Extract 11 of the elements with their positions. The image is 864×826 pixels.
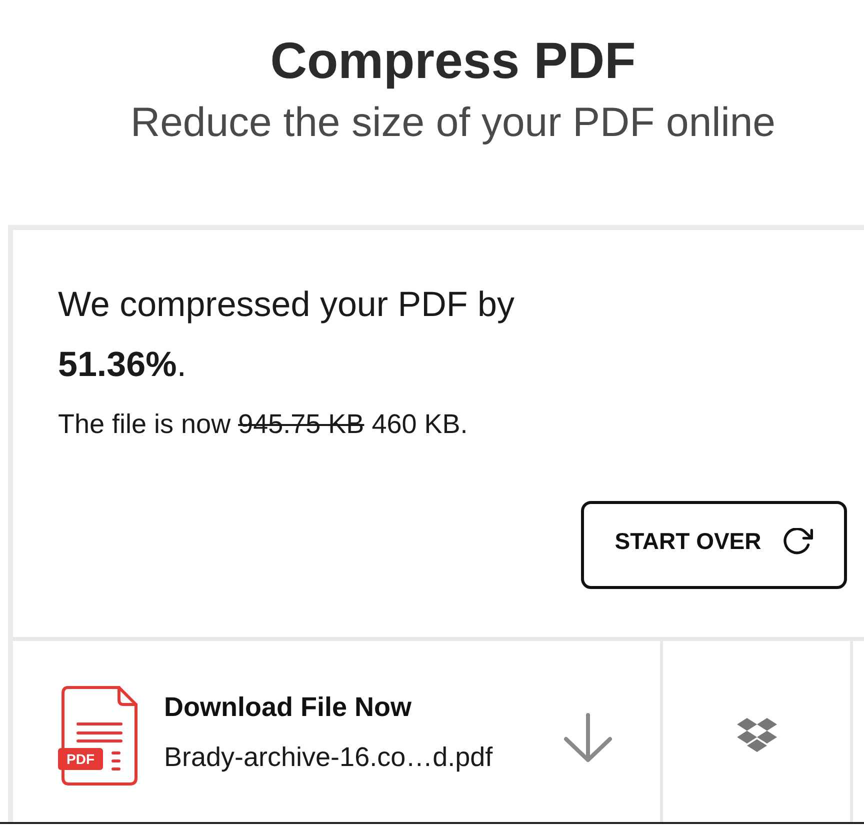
file-type-badge: PDF	[58, 748, 103, 770]
file-size-text: The file is now 945.75 KB 460 KB.	[58, 408, 469, 441]
start-over-button[interactable]: START OVER	[581, 501, 847, 589]
refresh-icon	[781, 528, 814, 554]
download-icon[interactable]	[563, 713, 613, 763]
download-link[interactable]: Download File Now	[164, 690, 493, 724]
file-name: Brady-archive-16.co…d.pdf	[164, 741, 493, 774]
dropbox-icon[interactable]	[736, 718, 776, 752]
page-title: Compress PDF	[269, 31, 637, 91]
page-subtitle: Reduce the size of your PDF online	[130, 98, 776, 147]
compression-summary: We compressed your PDF by 51.36%.	[58, 284, 516, 386]
